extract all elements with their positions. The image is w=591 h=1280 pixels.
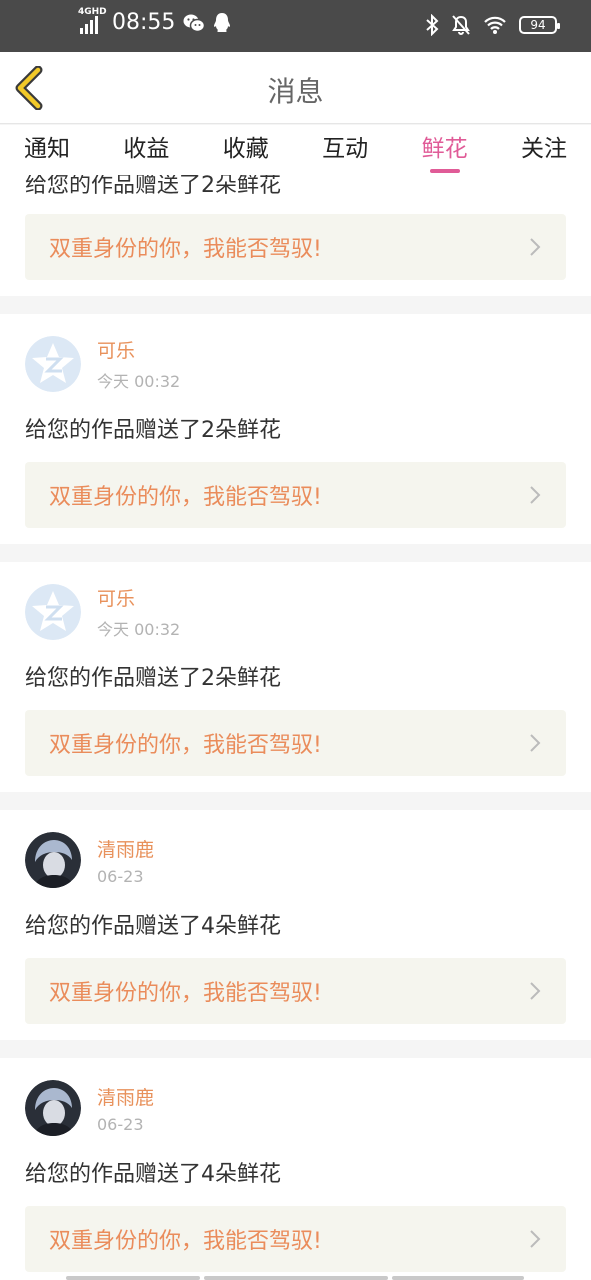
message-time: 06-23	[97, 866, 144, 886]
chevron-right-icon	[530, 734, 541, 752]
work-link[interactable]: 双重身份的你，我能否驾驭!	[25, 1206, 566, 1272]
work-title: 双重身份的你，我能否驾驭!	[49, 981, 322, 1006]
status-time: 08:55	[112, 10, 176, 35]
scroll-indicator	[0, 1274, 591, 1280]
user-name[interactable]: 可乐	[97, 584, 180, 611]
signal-icon: 4GHD	[78, 7, 107, 34]
work-title: 双重身份的你，我能否驾驭!	[49, 485, 322, 510]
message-time: 今天 00:32	[97, 620, 181, 639]
message-card: 给您的作品赠送了2朵鲜花 双重身份的你，我能否驾驭!	[0, 175, 591, 296]
work-link[interactable]: 双重身份的你，我能否驾驭!	[25, 710, 566, 776]
message-text: 给您的作品赠送了2朵鲜花	[25, 175, 281, 196]
wifi-icon	[484, 16, 506, 34]
work-link[interactable]: 双重身份的你，我能否驾驭!	[25, 462, 566, 528]
message-text: 给您的作品赠送了2朵鲜花	[25, 418, 281, 443]
message-text: 给您的作品赠送了4朵鲜花	[25, 1162, 281, 1187]
tab-bar: 通知 收益 收藏 互动 鲜花 关注	[0, 125, 591, 175]
user-name[interactable]: 清雨鹿	[97, 835, 154, 862]
status-bar: 4GHD 08:55 94	[0, 0, 591, 52]
tab-flowers[interactable]: 鲜花	[422, 125, 468, 175]
message-time: 今天 00:32	[97, 372, 181, 391]
bluetooth-icon	[426, 14, 439, 36]
battery-icon: 94	[519, 16, 560, 34]
header: 消息	[0, 52, 591, 124]
qq-icon	[214, 12, 231, 32]
tab-follow[interactable]: 关注	[521, 125, 567, 175]
qzone-avatar[interactable]	[25, 336, 81, 392]
chevron-right-icon	[530, 1230, 541, 1248]
mute-bell-icon	[452, 15, 470, 35]
message-text: 给您的作品赠送了2朵鲜花	[25, 666, 281, 691]
message-card: 可乐 今天 00:32 给您的作品赠送了2朵鲜花 双重身份的你，我能否驾驭!	[0, 562, 591, 792]
tab-notice[interactable]: 通知	[24, 125, 70, 175]
tab-interaction[interactable]: 互动	[322, 125, 368, 175]
photo-avatar[interactable]	[25, 832, 81, 888]
chevron-right-icon	[530, 486, 541, 504]
battery-level: 94	[530, 18, 546, 32]
tab-earnings[interactable]: 收益	[123, 125, 169, 175]
message-card: 清雨鹿 06-23 给您的作品赠送了4朵鲜花 双重身份的你，我能否驾驭!	[0, 810, 591, 1040]
message-time: 06-23	[97, 1114, 144, 1134]
user-name[interactable]: 可乐	[97, 336, 180, 363]
wechat-icon	[183, 14, 206, 32]
work-title: 双重身份的你，我能否驾驭!	[49, 733, 322, 758]
chevron-right-icon	[530, 238, 541, 256]
chevron-right-icon	[530, 982, 541, 1000]
user-name[interactable]: 清雨鹿	[97, 1083, 154, 1110]
photo-avatar[interactable]	[25, 1080, 81, 1136]
work-link[interactable]: 双重身份的你，我能否驾驭!	[25, 958, 566, 1024]
work-link[interactable]: 双重身份的你，我能否驾驭!	[25, 214, 566, 280]
tab-favorites[interactable]: 收藏	[223, 125, 269, 175]
work-title: 双重身份的你，我能否驾驭!	[49, 1229, 322, 1254]
message-text: 给您的作品赠送了4朵鲜花	[25, 914, 281, 939]
message-card: 清雨鹿 06-23 给您的作品赠送了4朵鲜花 双重身份的你，我能否驾驭!	[0, 1058, 591, 1280]
qzone-avatar[interactable]	[25, 584, 81, 640]
work-title: 双重身份的你，我能否驾驭!	[49, 237, 322, 262]
page-title: 消息	[267, 75, 324, 108]
message-list: 给您的作品赠送了2朵鲜花 双重身份的你，我能否驾驭! 可乐 今天 00:32 给…	[0, 175, 591, 1280]
message-card: 可乐 今天 00:32 给您的作品赠送了2朵鲜花 双重身份的你，我能否驾驭!	[0, 314, 591, 544]
